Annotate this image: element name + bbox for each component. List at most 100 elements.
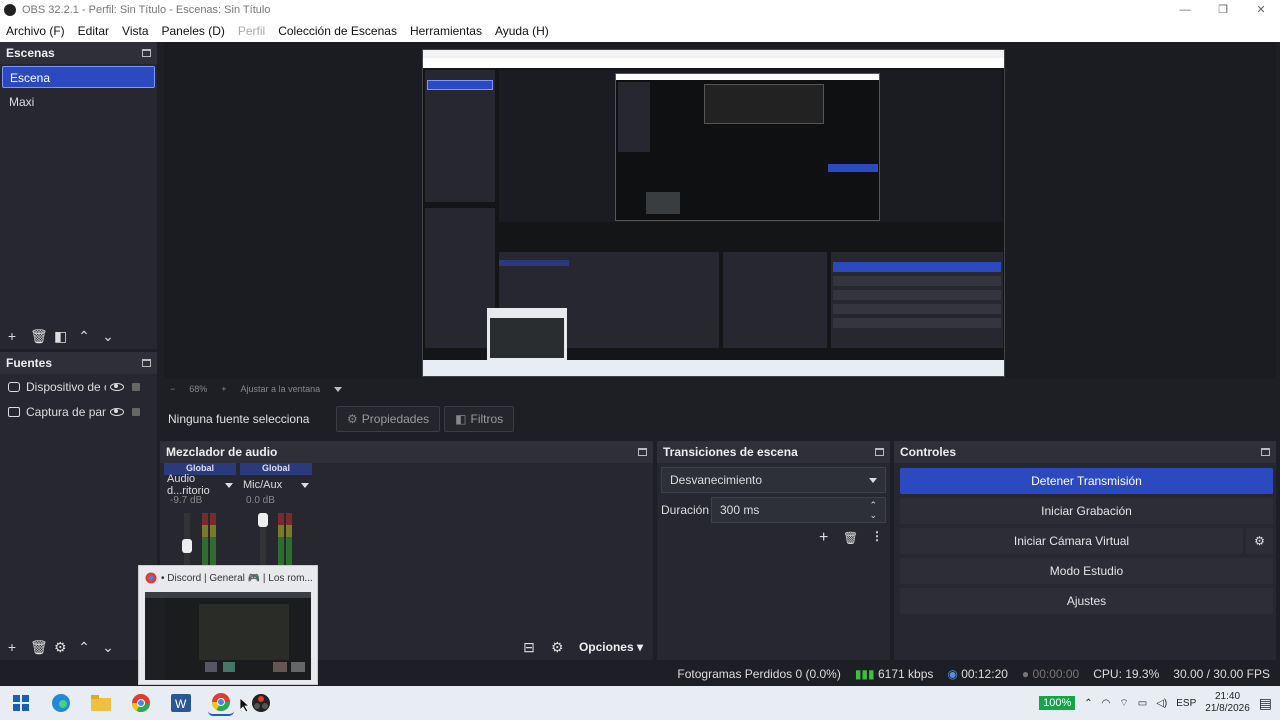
duration-spinbox[interactable]: 300 ms ⌃ ⌄ [711,497,886,523]
clock[interactable]: 21:40 21/8/2026 [1205,691,1250,715]
move-down-icon[interactable]: ⌄ [102,329,114,343]
chevron-up-icon[interactable]: ⌃ [1084,698,1092,709]
nested-taskbar [423,360,1004,376]
move-up-icon[interactable]: ⌃ [78,329,90,343]
menu-vista[interactable]: Vista [122,24,148,38]
studio-mode-button[interactable]: Modo Estudio [900,558,1273,584]
spin-arrows-icon[interactable]: ⌃ ⌄ [869,500,877,520]
remove-scene-icon[interactable]: 🗑 [30,329,48,343]
zoom-level: 68% [189,384,208,394]
stream-time-value: 00:12:20 [961,667,1008,681]
title-bar: OBS 32.2.1 - Perfil: Sin Título - Escena… [0,0,1280,20]
chrome-active-icon[interactable] [208,690,234,716]
fader-knob[interactable] [182,539,192,553]
lock-icon[interactable] [132,407,140,416]
mixer-settings-gear-icon[interactable]: ⚙ [551,640,564,654]
volume-icon[interactable]: ◁) [1156,698,1167,709]
menu-archivo[interactable]: Archivo (F) [6,24,65,38]
lock-icon[interactable] [132,382,140,391]
visibility-eye-icon[interactable] [110,382,124,391]
fps: 30.00 / 30.00 FPS [1173,667,1270,681]
volume-fader[interactable] [258,513,268,573]
sources-dock: Fuentes Dispositivo de c Captura de pant… [0,352,157,660]
source-item-captura[interactable]: Captura de pant [0,399,157,424]
record-icon: ● [1021,667,1030,681]
zoom-dropdown-icon[interactable] [334,386,343,392]
scene-item-escena[interactable]: Escena [2,66,155,88]
menu-paneles[interactable]: Paneles (D) [162,24,225,38]
start-virtual-camera-button[interactable]: Iniciar Cámara Virtual [900,528,1243,554]
menu-coleccion-escenas[interactable]: Colección de Escenas [278,24,397,38]
mouse-cursor-icon [240,698,250,712]
battery-badge[interactable]: 100% [1039,696,1076,710]
menu-herramientas[interactable]: Herramientas [410,24,482,38]
fader-knob[interactable] [258,513,268,527]
close-button[interactable]: ✕ [1242,0,1280,20]
virtual-camera-settings-button[interactable]: ⚙ [1246,528,1273,554]
level-meter [210,513,216,573]
minimize-button[interactable]: — [1166,0,1204,20]
add-scene-icon[interactable]: + [6,329,18,343]
undock-icon[interactable] [1261,448,1270,456]
source-settings-gear-icon[interactable]: ⚙ [54,640,67,654]
obs-taskbar-icon[interactable] [248,690,274,716]
remove-transition-icon[interactable]: 🗑 [843,531,858,545]
scene-item-maxi[interactable]: Maxi [2,91,155,113]
zoom-in-button[interactable]: + [221,384,226,394]
remove-source-icon[interactable]: 🗑 [30,640,48,654]
undock-icon[interactable] [875,448,884,456]
source-item-dispositivo[interactable]: Dispositivo de c [0,374,157,399]
filters-button[interactable]: ◧ Filtros [444,406,515,432]
menu-ayuda[interactable]: Ayuda (H) [495,24,549,38]
wifi-icon[interactable]: ⌔ [1119,697,1128,710]
sources-dock-title: Fuentes [6,356,53,370]
file-explorer-icon[interactable] [88,690,114,716]
chrome-icon[interactable] [128,690,154,716]
zoom-bar: − 68% + Ajustar a la ventana [164,380,1276,398]
add-transition-icon[interactable]: + [819,529,828,547]
visibility-eye-icon[interactable] [110,407,124,416]
settings-button[interactable]: Ajustes [900,588,1273,614]
strip-name-dropdown[interactable]: Mic/Aux [240,475,312,495]
start-recording-button[interactable]: Iniciar Grabación [900,498,1273,524]
network-icon[interactable]: ◠ [1102,698,1111,709]
move-up-icon[interactable]: ⌃ [78,640,90,654]
word-icon[interactable]: W [168,690,194,716]
stop-streaming-button[interactable]: Detener Transmisión [900,468,1273,494]
maximize-button[interactable]: ❐ [1204,0,1242,20]
controls-dock-header: Controles [894,441,1276,463]
transition-select[interactable]: Desvanecimiento [661,467,886,493]
more-options-icon[interactable]: ⋮ [871,529,883,543]
properties-button[interactable]: ⚙ Propiedades [336,406,441,432]
transitions-dock: Transiciones de escena Desvanecimiento D… [657,441,890,660]
clock-time: 21:40 [1215,691,1241,702]
move-down-icon[interactable]: ⌄ [102,640,114,654]
edge-browser-icon[interactable] [48,690,74,716]
windows-taskbar: W 100% ⌃ ◠ ⌔ ▭ ◁) ESP 21:40 21/8/2026 ▤ [0,686,1280,720]
fit-to-window-button[interactable]: Ajustar a la ventana [241,384,321,394]
input-language[interactable]: ESP [1176,698,1196,709]
windows-start-icon[interactable] [8,690,34,716]
obs-logo-icon [4,4,16,16]
battery-icon[interactable]: ▭ [1138,698,1147,709]
undock-icon[interactable] [638,448,647,456]
scenes-toolbar: + 🗑 ◧ ⌃ ⌄ [0,323,157,349]
undock-icon[interactable] [142,359,151,367]
options-dropdown[interactable]: Opciones ▾ [579,640,643,654]
add-source-icon[interactable]: + [6,640,18,654]
mixer-layout-icon[interactable]: ⊟ [523,640,535,654]
menu-editar[interactable]: Editar [78,24,109,38]
undock-icon[interactable] [142,49,151,57]
volume-fader[interactable] [182,513,192,573]
strip-name-dropdown[interactable]: Audio d...ritorio [164,473,236,497]
zoom-out-button[interactable]: − [170,384,175,394]
notifications-icon[interactable]: ▤ [1259,695,1272,712]
scene-list: Escena Maxi [0,64,157,118]
svg-text:W: W [175,697,187,711]
preview-canvas[interactable] [422,49,1005,377]
nested-controls [831,252,1003,348]
scene-filters-icon[interactable]: ◧ [54,329,67,343]
chevron-down-icon [225,482,233,488]
strip-name: Audio d...ritorio [167,473,210,497]
taskbar-thumbnail-popup[interactable]: • Discord | General 🎮 | Los rom... [138,565,318,685]
